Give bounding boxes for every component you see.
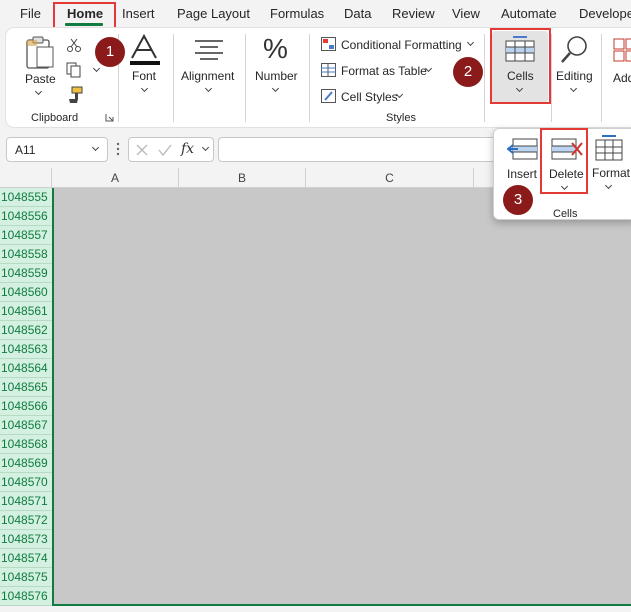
callout-badge-2: 2 <box>453 57 483 87</box>
ribbon-separator <box>484 34 485 122</box>
row-header[interactable]: 1048576 <box>0 587 52 606</box>
paste-icon[interactable] <box>24 35 56 71</box>
row-header[interactable]: 1048572 <box>0 511 52 530</box>
cut-icon[interactable] <box>66 37 82 53</box>
cell-styles-icon[interactable] <box>321 89 336 103</box>
tab-review[interactable]: Review <box>392 6 435 21</box>
tab-page-layout[interactable]: Page Layout <box>177 6 250 21</box>
cell-styles-button[interactable]: Cell Styles <box>341 90 398 104</box>
tab-developer[interactable]: Developer <box>579 6 631 21</box>
column-header-c[interactable]: C <box>306 168 474 188</box>
row-header[interactable]: 1048564 <box>0 359 52 378</box>
format-as-table-icon[interactable] <box>321 63 336 77</box>
conditional-formatting-button[interactable]: Conditional Formatting <box>341 38 462 52</box>
row-header[interactable]: 1048570 <box>0 473 52 492</box>
row-header[interactable]: 1048575 <box>0 568 52 587</box>
confirm-check-icon[interactable] <box>157 143 173 157</box>
alignment-icon[interactable] <box>194 38 224 62</box>
number-button-label[interactable]: Number <box>255 69 298 83</box>
delete-highlight <box>540 128 588 194</box>
row-header[interactable]: 1048559 <box>0 264 52 283</box>
format-cells-label[interactable]: Format <box>592 166 630 180</box>
row-header[interactable]: 1048573 <box>0 530 52 549</box>
row-header[interactable]: 1048558 <box>0 245 52 264</box>
editing-button-label[interactable]: Editing <box>556 69 593 83</box>
row-header[interactable]: 1048563 <box>0 340 52 359</box>
ribbon-separator <box>551 34 552 122</box>
insert-cells-label[interactable]: Insert <box>507 167 537 181</box>
font-icon[interactable] <box>128 34 162 66</box>
row-header[interactable]: 1048560 <box>0 283 52 302</box>
row-header[interactable]: 1048561 <box>0 302 52 321</box>
percent-icon[interactable]: % <box>263 33 288 65</box>
sheet-bottom-edge <box>0 606 631 612</box>
insert-cells-icon[interactable] <box>507 136 539 162</box>
formula-tools: fx <box>128 137 214 162</box>
name-box-value: A11 <box>15 143 35 157</box>
row-header[interactable]: 1048557 <box>0 226 52 245</box>
conditional-formatting-icon[interactable] <box>321 37 336 51</box>
fx-chevron-down-icon[interactable] <box>202 144 209 151</box>
dialog-launcher-icon[interactable] <box>105 113 114 122</box>
row-header[interactable]: 1048556 <box>0 207 52 226</box>
editing-search-icon[interactable] <box>560 35 590 65</box>
row-header[interactable]: 1048565 <box>0 378 52 397</box>
paste-button-label[interactable]: Paste <box>25 72 56 86</box>
cells-dropdown-group-label: Cells <box>553 208 577 220</box>
cells-highlight <box>490 28 551 104</box>
callout-badge-1: 1 <box>95 37 125 67</box>
formula-input[interactable] <box>218 137 498 162</box>
tab-formulas[interactable]: Formulas <box>270 6 324 21</box>
column-header-a[interactable]: A <box>52 168 179 188</box>
tab-automate[interactable]: Automate <box>501 6 557 21</box>
tab-view[interactable]: View <box>452 6 480 21</box>
cancel-x-icon[interactable] <box>135 143 149 157</box>
row-header[interactable]: 1048555 <box>0 188 52 207</box>
insert-function-fx-icon[interactable]: fx <box>181 141 194 157</box>
format-cells-icon[interactable] <box>594 134 626 162</box>
more-options-icon[interactable] <box>115 141 121 157</box>
ribbon-separator <box>601 34 602 122</box>
format-painter-icon[interactable] <box>66 86 84 104</box>
font-button-label[interactable]: Font <box>132 69 156 83</box>
tab-insert[interactable]: Insert <box>122 6 155 21</box>
row-header[interactable]: 1048574 <box>0 549 52 568</box>
ribbon-separator <box>309 34 310 122</box>
addins-button-label[interactable]: Add <box>613 71 631 85</box>
home-tab-highlight <box>53 2 116 30</box>
select-all-corner[interactable] <box>0 168 52 188</box>
name-box[interactable]: A11 <box>6 137 108 162</box>
format-as-table-button[interactable]: Format as Table <box>341 64 427 78</box>
column-header-b[interactable]: B <box>179 168 306 188</box>
copy-icon[interactable] <box>66 62 82 78</box>
row-header[interactable]: 1048562 <box>0 321 52 340</box>
row-header[interactable]: 1048571 <box>0 492 52 511</box>
row-header[interactable]: 1048566 <box>0 397 52 416</box>
name-box-chevron-down-icon[interactable] <box>92 144 99 151</box>
ribbon-separator <box>245 34 246 122</box>
addins-icon[interactable] <box>612 37 631 65</box>
alignment-button-label[interactable]: Alignment <box>181 69 234 83</box>
row-header[interactable]: 1048567 <box>0 416 52 435</box>
tab-data[interactable]: Data <box>344 6 371 21</box>
row-header[interactable]: 1048569 <box>0 454 52 473</box>
format-chevron-down-icon[interactable] <box>605 182 612 189</box>
selected-range[interactable] <box>52 188 631 606</box>
tab-file[interactable]: File <box>20 6 41 21</box>
callout-badge-3: 3 <box>503 185 533 215</box>
ribbon-separator <box>173 34 174 122</box>
row-header[interactable]: 1048568 <box>0 435 52 454</box>
styles-group-label: Styles <box>386 112 416 124</box>
clipboard-group-label: Clipboard <box>31 112 78 124</box>
